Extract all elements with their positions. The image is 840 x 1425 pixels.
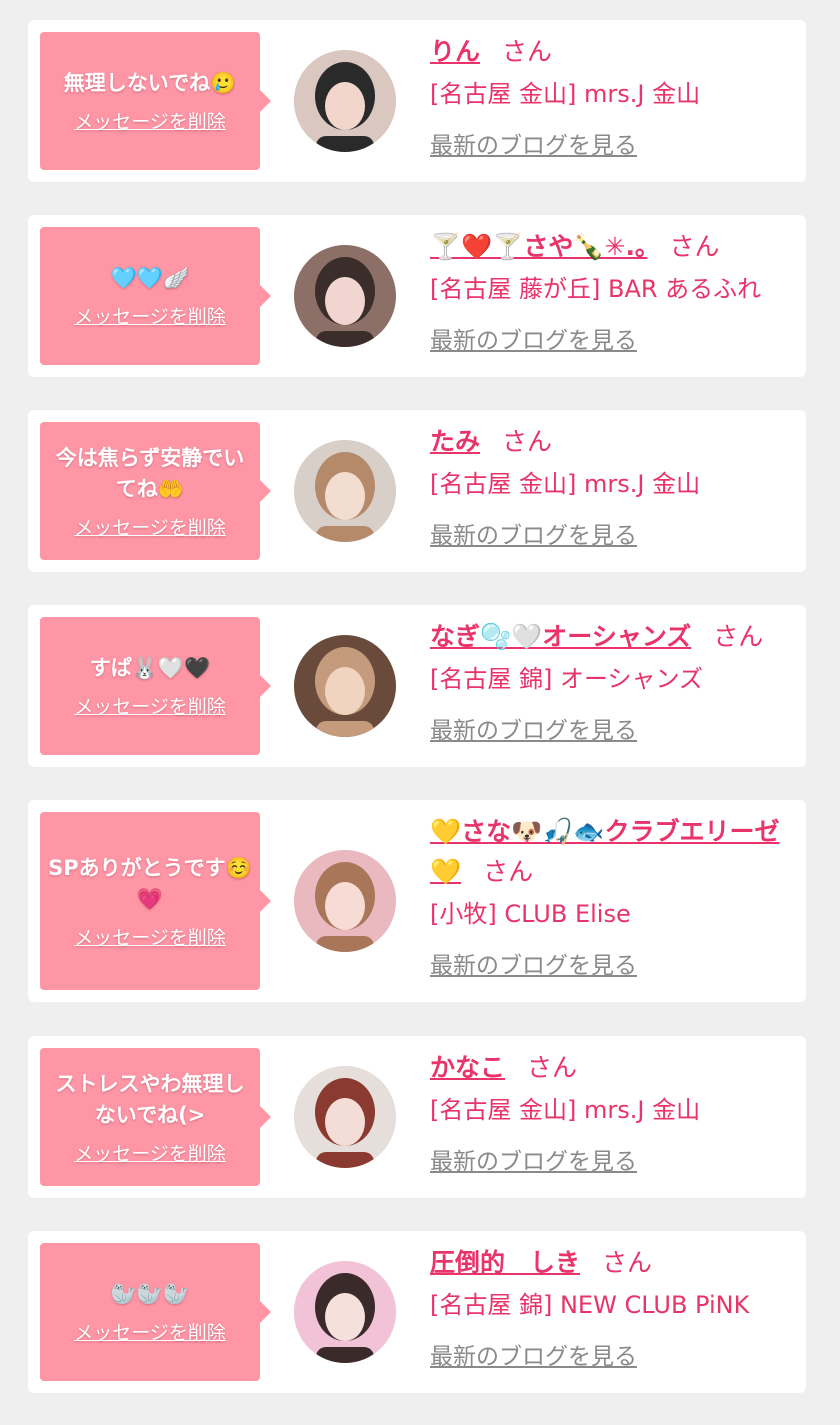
avatar-face bbox=[325, 882, 365, 930]
message-text: ストレスやわ無理しないでね(> bbox=[55, 1071, 245, 1127]
latest-blog-link[interactable]: 最新のブログを見る bbox=[430, 516, 637, 550]
avatar-face bbox=[325, 82, 365, 130]
avatar-photo bbox=[294, 635, 396, 737]
name-line: かなこ さん bbox=[430, 1048, 792, 1088]
message-text: 無理しないでね🥲 bbox=[63, 71, 237, 95]
shop-label: [名古屋 錦] オーシャンズ bbox=[430, 665, 704, 693]
sender-info: なぎ🫧🤍オーシャンズ さん [名古屋 錦] オーシャンズ 最新のブログを見る bbox=[430, 617, 792, 745]
avatar-face bbox=[325, 472, 365, 520]
avatar-photo bbox=[294, 245, 396, 347]
avatar-photo bbox=[294, 1261, 396, 1363]
shop-label: [名古屋 錦] NEW CLUB PiNK bbox=[430, 1291, 750, 1319]
avatar-photo bbox=[294, 50, 396, 152]
message-card: 無理しないでね🥲 メッセージを削除 りん さん [名古屋 金山] mrs.J 金山… bbox=[28, 20, 806, 182]
sender-info: 💛さな🐶🎣🐟クラブエリーゼ💛 さん [小牧] CLUB Elise 最新のブログを… bbox=[430, 812, 792, 980]
avatar[interactable] bbox=[294, 1066, 396, 1168]
avatar-photo bbox=[294, 440, 396, 542]
message-card: SPありがとうです☺️💗 メッセージを削除 💛さな🐶🎣🐟クラブエリーゼ💛 さん [… bbox=[28, 800, 806, 1002]
sender-name-link[interactable]: かなこ bbox=[430, 1053, 505, 1082]
name-line: たみ さん bbox=[430, 422, 792, 462]
honorific: さん bbox=[502, 427, 553, 456]
avatar-photo bbox=[294, 850, 396, 952]
message-text: SPありがとうです☺️💗 bbox=[48, 855, 252, 911]
sender-name-link[interactable]: なぎ🫧🤍オーシャンズ bbox=[430, 622, 691, 651]
latest-blog-link[interactable]: 最新のブログを見る bbox=[430, 1337, 637, 1371]
message-list: 無理しないでね🥲 メッセージを削除 りん さん [名古屋 金山] mrs.J 金山… bbox=[0, 0, 840, 1425]
avatar-shoulders bbox=[316, 526, 374, 542]
avatar[interactable] bbox=[294, 635, 396, 737]
shop-label: [名古屋 藤が丘] BAR あるふれ bbox=[430, 275, 762, 303]
delete-message-link[interactable]: メッセージを削除 bbox=[74, 1318, 226, 1345]
honorific: さん bbox=[669, 232, 720, 261]
avatar-shoulders bbox=[316, 1152, 374, 1168]
message-bubble: 無理しないでね🥲 メッセージを削除 bbox=[40, 32, 260, 170]
message-bubble: ストレスやわ無理しないでね(> メッセージを削除 bbox=[40, 1048, 260, 1186]
avatar-shoulders bbox=[316, 331, 374, 347]
shop-label: [名古屋 金山] mrs.J 金山 bbox=[430, 1096, 701, 1124]
delete-message-link[interactable]: メッセージを削除 bbox=[74, 513, 226, 540]
message-text: 🩵🩵🪽 bbox=[110, 266, 190, 290]
avatar-face bbox=[325, 1098, 365, 1146]
name-line: 🍸❤️🍸さや🍾✳︎.｡ さん bbox=[430, 227, 792, 267]
name-line: 圧倒的 しき さん bbox=[430, 1243, 792, 1283]
latest-blog-link[interactable]: 最新のブログを見る bbox=[430, 1142, 637, 1176]
message-bubble: SPありがとうです☺️💗 メッセージを削除 bbox=[40, 812, 260, 990]
sender-info: かなこ さん [名古屋 金山] mrs.J 金山 最新のブログを見る bbox=[430, 1048, 792, 1176]
message-bubble: 今は焦らず安静でいてね🤲 メッセージを削除 bbox=[40, 422, 260, 560]
message-text: すぱ🐰🤍🖤 bbox=[89, 656, 211, 680]
message-bubble: 🩵🩵🪽 メッセージを削除 bbox=[40, 227, 260, 365]
delete-message-link[interactable]: メッセージを削除 bbox=[74, 923, 226, 950]
delete-message-link[interactable]: メッセージを削除 bbox=[74, 692, 226, 719]
honorific: さん bbox=[713, 622, 764, 651]
sender-info: 🍸❤️🍸さや🍾✳︎.｡ さん [名古屋 藤が丘] BAR あるふれ 最新のブログを… bbox=[430, 227, 792, 355]
sender-info: 圧倒的 しき さん [名古屋 錦] NEW CLUB PiNK 最新のブログを見る bbox=[430, 1243, 792, 1371]
avatar-face bbox=[325, 277, 365, 325]
message-card: ストレスやわ無理しないでね(> メッセージを削除 かなこ さん [名古屋 金山] … bbox=[28, 1036, 806, 1198]
avatar-face bbox=[325, 667, 365, 715]
latest-blog-link[interactable]: 最新のブログを見る bbox=[430, 711, 637, 745]
sender-name-link[interactable]: 圧倒的 しき bbox=[430, 1248, 580, 1277]
shop-label: [名古屋 金山] mrs.J 金山 bbox=[430, 470, 701, 498]
honorific: さん bbox=[483, 857, 534, 886]
avatar-shoulders bbox=[316, 936, 374, 952]
delete-message-link[interactable]: メッセージを削除 bbox=[74, 302, 226, 329]
message-bubble: すぱ🐰🤍🖤 メッセージを削除 bbox=[40, 617, 260, 755]
message-card: 🦭🦭🦭 メッセージを削除 圧倒的 しき さん [名古屋 錦] NEW CLUB P… bbox=[28, 1231, 806, 1393]
latest-blog-link[interactable]: 最新のブログを見る bbox=[430, 126, 637, 160]
message-card: 🩵🩵🪽 メッセージを削除 🍸❤️🍸さや🍾✳︎.｡ さん [名古屋 藤が丘] BAR… bbox=[28, 215, 806, 377]
avatar-photo bbox=[294, 1066, 396, 1168]
sender-info: りん さん [名古屋 金山] mrs.J 金山 最新のブログを見る bbox=[430, 32, 792, 160]
message-bubble: 🦭🦭🦭 メッセージを削除 bbox=[40, 1243, 260, 1381]
delete-message-link[interactable]: メッセージを削除 bbox=[74, 1139, 226, 1166]
honorific: さん bbox=[527, 1053, 578, 1082]
latest-blog-link[interactable]: 最新のブログを見る bbox=[430, 946, 637, 980]
sender-name-link[interactable]: りん bbox=[430, 37, 480, 66]
name-line: なぎ🫧🤍オーシャンズ さん bbox=[430, 617, 792, 657]
shop-label: [小牧] CLUB Elise bbox=[430, 900, 631, 928]
name-line: りん さん bbox=[430, 32, 792, 72]
name-line: 💛さな🐶🎣🐟クラブエリーゼ💛 さん bbox=[430, 812, 792, 892]
honorific: さん bbox=[602, 1248, 653, 1277]
avatar[interactable] bbox=[294, 245, 396, 347]
avatar-shoulders bbox=[316, 1347, 374, 1363]
message-card: すぱ🐰🤍🖤 メッセージを削除 なぎ🫧🤍オーシャンズ さん [名古屋 錦] オーシャ… bbox=[28, 605, 806, 767]
sender-name-link[interactable]: 🍸❤️🍸さや🍾✳︎.｡ bbox=[430, 232, 647, 261]
latest-blog-link[interactable]: 最新のブログを見る bbox=[430, 321, 637, 355]
honorific: さん bbox=[502, 37, 553, 66]
avatar-shoulders bbox=[316, 136, 374, 152]
shop-label: [名古屋 金山] mrs.J 金山 bbox=[430, 80, 701, 108]
message-text: 🦭🦭🦭 bbox=[110, 1282, 190, 1306]
sender-name-link[interactable]: たみ bbox=[430, 427, 480, 456]
avatar[interactable] bbox=[294, 50, 396, 152]
avatar-shoulders bbox=[316, 721, 374, 737]
delete-message-link[interactable]: メッセージを削除 bbox=[74, 107, 226, 134]
avatar[interactable] bbox=[294, 440, 396, 542]
avatar[interactable] bbox=[294, 850, 396, 952]
sender-info: たみ さん [名古屋 金山] mrs.J 金山 最新のブログを見る bbox=[430, 422, 792, 550]
avatar-face bbox=[325, 1293, 365, 1341]
message-card: 今は焦らず安静でいてね🤲 メッセージを削除 たみ さん [名古屋 金山] mrs.… bbox=[28, 410, 806, 572]
message-text: 今は焦らず安静でいてね🤲 bbox=[55, 445, 245, 501]
avatar[interactable] bbox=[294, 1261, 396, 1363]
